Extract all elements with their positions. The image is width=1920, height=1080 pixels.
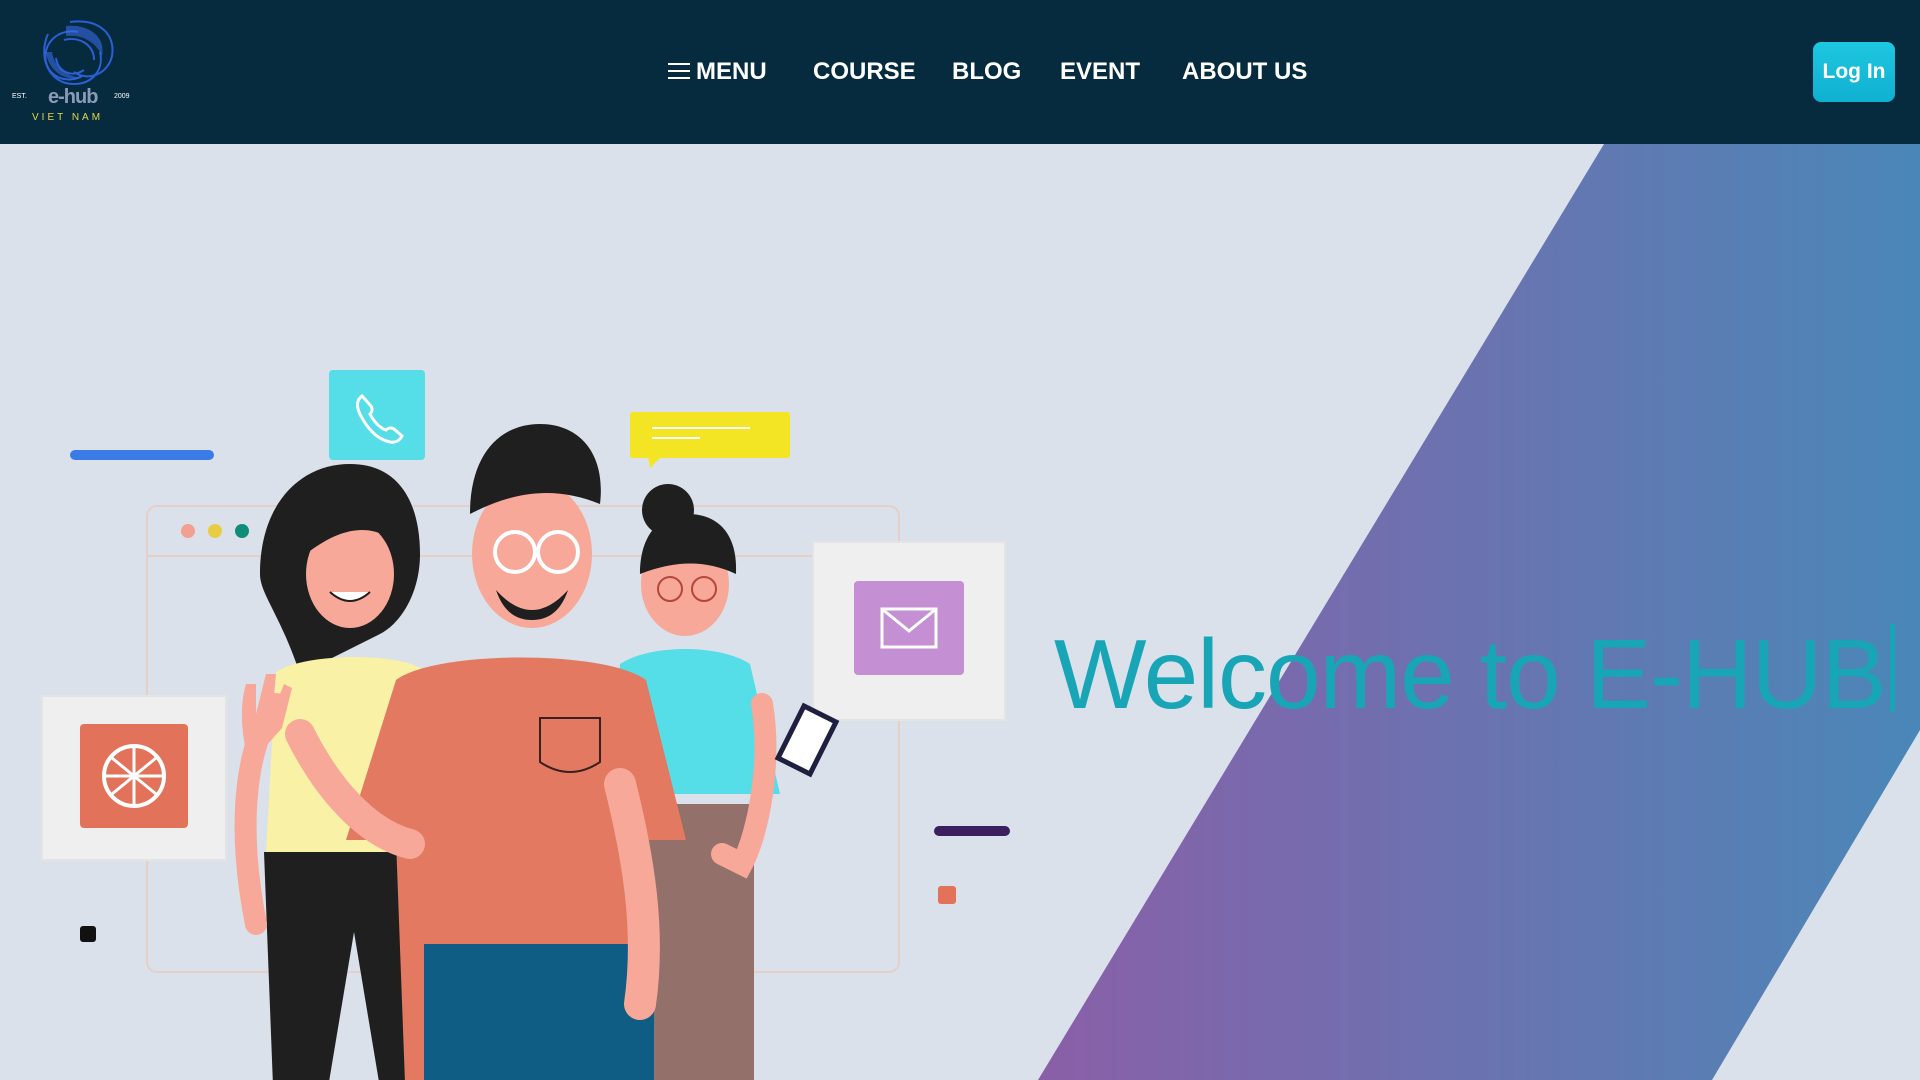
main-nav: MENU COURSE BLOG EVENT ABOUT US (0, 0, 1920, 144)
mobile-phone-icon (774, 702, 840, 778)
welcome-headline-text: Welcome to E-HUB (1054, 619, 1887, 729)
top-header: EST. 2009 e-hub VIET NAM MENU COURSE BLO… (0, 0, 1920, 144)
nav-item-blog[interactable]: BLOG (952, 56, 1021, 88)
globe-icon (41, 695, 227, 861)
hamburger-icon (668, 58, 690, 84)
menu-label: MENU (696, 58, 767, 85)
mail-icon (812, 541, 1006, 721)
team-illustration (41, 370, 1010, 1080)
nav-item-event[interactable]: EVENT (1060, 56, 1140, 88)
menu-button[interactable]: MENU (668, 56, 767, 88)
nav-item-course[interactable]: COURSE (813, 56, 916, 88)
login-button[interactable]: Log In (1813, 42, 1895, 102)
typing-cursor (1889, 624, 1895, 712)
chat-bubble-icon (630, 412, 790, 468)
hero-section: Welcome to E-HUB (0, 144, 1920, 1080)
welcome-headline: Welcome to E-HUB (1054, 614, 1895, 734)
nav-item-about-us[interactable]: ABOUT US (1182, 56, 1307, 88)
phone-icon (329, 370, 425, 460)
